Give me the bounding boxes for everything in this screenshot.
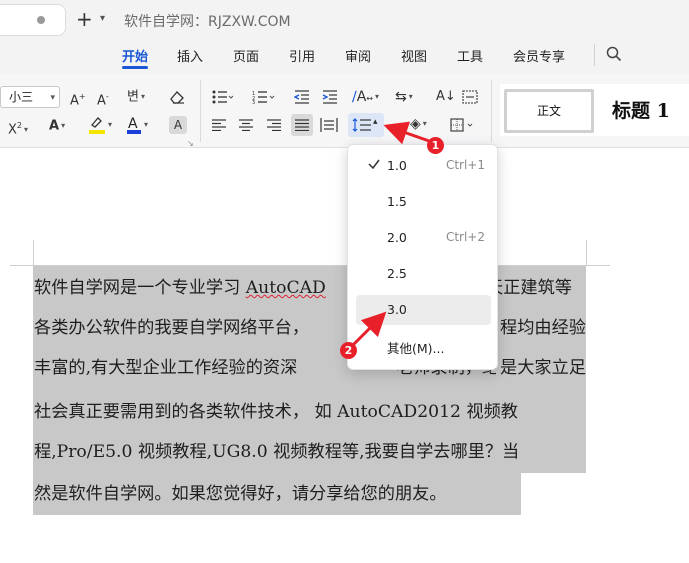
bullet-list-icon[interactable]: [212, 90, 234, 104]
paragraph-line-tail: 是大家立足: [500, 358, 586, 378]
paragraph-line-tail: 天正建筑等: [486, 278, 572, 298]
sort-icon[interactable]: A↓: [436, 88, 456, 106]
svg-text:A: A: [128, 116, 138, 132]
line-spacing-dropdown: 1.0 Ctrl+1 1.5 2.0 Ctrl+2 2.5 3.0 其他(M).…: [347, 144, 498, 370]
decrease-indent-icon[interactable]: [294, 90, 310, 104]
option-label: 1.0: [387, 158, 407, 173]
ribbon-divider: [200, 80, 201, 142]
decrease-font-size-icon[interactable]: A-: [97, 88, 109, 110]
step-badge-2: 2: [340, 342, 357, 359]
option-label: 其他(M)...: [387, 341, 445, 356]
new-tab-chevron-down-icon[interactable]: ▾: [100, 13, 105, 24]
search-icon[interactable]: [606, 46, 622, 62]
paragraph-line[interactable]: 丰富的,有大型企业工作经验的资深: [34, 356, 297, 380]
superscript-icon[interactable]: X2 ▾: [8, 117, 28, 139]
menu-tab-review[interactable]: 审阅: [345, 46, 371, 65]
font-size-select[interactable]: 小三 ▾: [0, 86, 60, 108]
menu-tab-insert[interactable]: 插入: [177, 46, 203, 65]
font-color-icon[interactable]: A ▾: [126, 115, 148, 135]
paragraph-line[interactable]: 软件自学网是一个专业学习 AutoCAD: [34, 276, 326, 300]
menu-tab-view[interactable]: 视图: [401, 46, 427, 65]
menu-tab-reference[interactable]: 引用: [289, 46, 315, 65]
ribbon-divider: [491, 80, 492, 142]
line-spacing-button[interactable]: ▴: [348, 113, 384, 137]
active-tab-indicator: [122, 66, 148, 69]
option-label: 2.0: [387, 230, 407, 245]
chevron-down-icon: ▾: [50, 93, 55, 103]
character-spacing-icon[interactable]: ∕A↔ ▾: [352, 88, 379, 108]
phonetic-guide-icon[interactable]: 변 ▾: [127, 88, 145, 107]
font-dialog-launcher-icon[interactable]: ↘: [187, 139, 194, 148]
menu-tab-member[interactable]: 会员专享: [513, 46, 565, 65]
menu-divider: [594, 44, 595, 66]
option-label: 3.0: [387, 302, 407, 317]
highlight-color-icon[interactable]: ▾: [88, 115, 112, 135]
line-text: 软件自学网是一个专业学习: [34, 278, 246, 298]
borders-icon[interactable]: [450, 118, 476, 132]
align-justify-icon: [295, 119, 309, 131]
paragraph-line[interactable]: 然是软件自学网。如果您觉得好，请分享给您的朋友。: [34, 482, 447, 506]
justify-button[interactable]: [291, 114, 313, 136]
misspelled-word: AutoCAD: [245, 278, 326, 298]
option-label: 2.5: [387, 266, 407, 281]
step-badge-1: 1: [427, 137, 444, 154]
paragraph-line-tail: 程均由经验: [500, 318, 586, 338]
line-spacing-option-1-5[interactable]: 1.5: [356, 187, 491, 217]
title-bar: + ▾ 软件自学网：RJZXW.COM 开始 插入 页面 引用 审阅 视图 工具…: [0, 0, 689, 74]
margin-guide: [33, 240, 34, 266]
align-center-icon[interactable]: [239, 119, 253, 131]
line-spacing-option-3-0[interactable]: 3.0: [356, 295, 491, 325]
unsaved-dot-icon: [37, 16, 45, 24]
style-body[interactable]: 正文: [504, 89, 594, 133]
line-spacing-option-1-0[interactable]: 1.0 Ctrl+1: [356, 151, 491, 181]
font-size-value: 小三: [9, 90, 34, 104]
line-spacing-option-more[interactable]: 其他(M)...: [356, 331, 491, 361]
text-direction-icon[interactable]: ⇆ ▾: [395, 88, 413, 106]
window-title: 软件自学网：RJZXW.COM: [124, 14, 291, 30]
menu-tab-page[interactable]: 页面: [233, 46, 259, 65]
style-heading-1[interactable]: 标题 1: [612, 96, 670, 123]
option-shortcut: Ctrl+2: [445, 230, 485, 244]
paragraph-line[interactable]: 程,Pro/E5.0 视频教程,UG8.0 视频教程等,我要自学去哪里？当: [34, 440, 519, 464]
app-window: + ▾ 软件自学网：RJZXW.COM 开始 插入 页面 引用 审阅 视图 工具…: [0, 0, 689, 563]
numbered-list-icon[interactable]: 123: [252, 90, 276, 104]
distributed-align-icon[interactable]: [320, 118, 338, 132]
line-spacing-icon: [352, 118, 371, 132]
checkmark-icon: [368, 159, 380, 170]
line-spacing-option-2-5[interactable]: 2.5: [356, 259, 491, 289]
align-right-icon[interactable]: [267, 119, 281, 131]
paragraph-line[interactable]: 社会真正要需用到的各类软件技术， 如 AutoCAD2012 视频教: [34, 400, 518, 424]
option-label: 1.5: [387, 194, 407, 209]
margin-guide: [586, 240, 587, 266]
paragraph-line[interactable]: 各类办公软件的我要自学网络平台，: [34, 316, 309, 340]
document-tab[interactable]: [0, 4, 66, 36]
character-shading-icon[interactable]: A: [169, 116, 187, 134]
menu-tab-tools[interactable]: 工具: [457, 46, 483, 65]
new-tab-plus-icon[interactable]: +: [76, 8, 93, 30]
menu-tab-home[interactable]: 开始: [122, 46, 148, 65]
chevron-up-icon: ▴: [373, 117, 378, 127]
align-left-icon[interactable]: [212, 119, 226, 131]
eraser-icon[interactable]: [169, 90, 185, 104]
text-effect-icon[interactable]: A ▾: [49, 117, 65, 136]
option-shortcut: Ctrl+1: [445, 158, 485, 172]
increase-font-size-icon[interactable]: A+: [70, 88, 86, 110]
shading-icon[interactable]: ◈ ▾: [410, 115, 427, 133]
svg-text:3: 3: [252, 100, 255, 104]
line-spacing-option-2-0[interactable]: 2.0 Ctrl+2: [356, 223, 491, 253]
increase-indent-icon[interactable]: [322, 90, 338, 104]
show-marks-icon[interactable]: [462, 90, 478, 104]
